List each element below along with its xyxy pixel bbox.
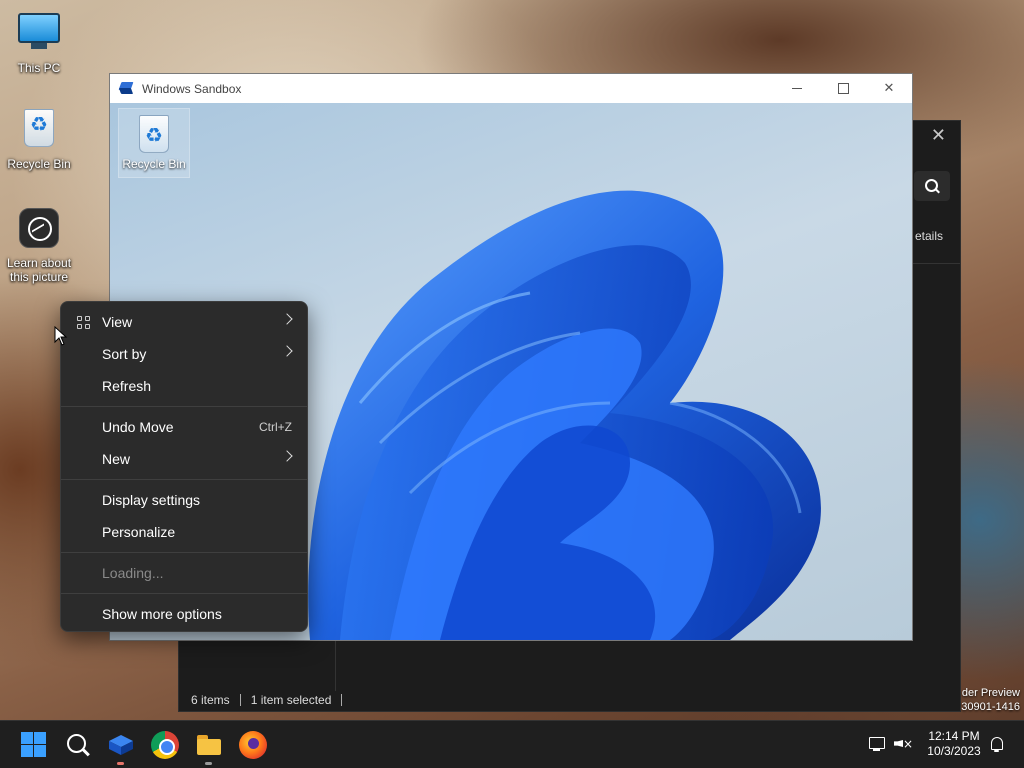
desktop-icon-recycle-bin[interactable]: Recycle Bin — [1, 106, 77, 171]
selection-count: 1 item selected — [250, 693, 332, 707]
menu-item-view[interactable]: View — [61, 306, 307, 338]
status-bar: 6 items 1 item selected — [191, 693, 343, 707]
menu-item-display-settings[interactable]: Display settings — [61, 484, 307, 516]
firefox-icon[interactable] — [239, 731, 267, 759]
window-title: Windows Sandbox — [142, 81, 242, 96]
menu-separator — [61, 552, 307, 553]
windows-sandbox-icon[interactable] — [107, 731, 135, 759]
menu-separator — [61, 593, 307, 594]
chevron-right-icon — [281, 345, 293, 357]
clock-date: 10/3/2023 — [927, 744, 981, 758]
divider — [239, 694, 241, 706]
menu-item-label: Show more options — [102, 606, 222, 622]
build-watermark: der Preview 30901-1416 — [961, 686, 1020, 714]
menu-item-loading: Loading... — [61, 557, 307, 589]
menu-item-undo-move[interactable]: Undo Move Ctrl+Z — [61, 411, 307, 443]
notification-bell-icon[interactable] — [988, 735, 1006, 753]
recycle-bin-icon — [17, 109, 61, 153]
menu-separator — [61, 406, 307, 407]
watermark-line: der Preview — [961, 687, 1020, 699]
taskbar: 12:14 PM 10/3/2023 — [0, 720, 1024, 768]
chrome-icon[interactable] — [151, 731, 179, 759]
start-icon[interactable] — [20, 731, 48, 759]
chevron-right-icon — [281, 450, 293, 462]
menu-item-label: Undo Move — [102, 419, 174, 435]
menu-item-label: New — [102, 451, 131, 467]
menu-item-label: Sort by — [102, 346, 147, 362]
menu-item-sort-by[interactable]: Sort by — [61, 338, 307, 370]
running-indicator — [117, 762, 124, 765]
maximize-button[interactable] — [820, 74, 866, 103]
divider — [335, 641, 336, 691]
desktop-icon-label: This PC — [17, 61, 61, 75]
clock-time: 12:14 PM — [928, 729, 980, 743]
close-button[interactable]: ✕ — [866, 74, 912, 103]
menu-item-show-more-options[interactable]: Show more options — [61, 598, 307, 630]
clock[interactable]: 12:14 PM 10/3/2023 — [920, 729, 988, 759]
menu-item-new[interactable]: New — [61, 443, 307, 475]
menu-item-refresh[interactable]: Refresh — [61, 370, 307, 402]
desktop-icon-label: Recycle Bin — [7, 157, 71, 171]
close-icon[interactable]: ✕ — [931, 125, 946, 146]
desktop-icon-label: Learn about this picture — [6, 256, 72, 284]
file-explorer-icon[interactable] — [195, 731, 223, 759]
menu-item-label: View — [102, 314, 133, 330]
recycle-bin-icon — [139, 115, 169, 153]
desktop-icon-learn-about-picture[interactable]: Learn about this picture — [1, 206, 77, 284]
item-count: 6 items — [191, 693, 230, 707]
context-menu: View Sort by Refresh Undo Move Ctrl+Z Ne… — [60, 301, 308, 632]
windows-sandbox-icon — [119, 82, 135, 96]
volume-muted-icon[interactable] — [893, 735, 913, 753]
learn-about-picture-icon — [17, 208, 61, 252]
menu-item-label: Display settings — [102, 492, 201, 508]
this-pc-icon — [17, 13, 61, 57]
divider — [341, 694, 343, 706]
network-icon[interactable] — [868, 735, 886, 753]
search-icon[interactable] — [64, 731, 92, 759]
title-bar[interactable]: Windows Sandbox ✕ — [110, 74, 912, 103]
menu-item-label: Refresh — [102, 378, 152, 394]
menu-item-label: Personalize — [102, 524, 176, 540]
watermark-line: 30901-1416 — [961, 701, 1020, 713]
minimize-button[interactable] — [774, 74, 820, 103]
running-indicator — [205, 762, 212, 765]
view-grid-icon — [77, 316, 91, 330]
desktop-icon-label: Recycle Bin — [122, 157, 186, 171]
menu-item-label: Loading... — [102, 565, 164, 581]
search-icon[interactable] — [914, 171, 950, 201]
menu-item-shortcut: Ctrl+Z — [259, 420, 292, 434]
desktop-icon-this-pc[interactable]: This PC — [1, 10, 77, 75]
chevron-right-icon — [281, 313, 293, 325]
details-button[interactable]: etails — [915, 229, 943, 243]
menu-separator — [61, 479, 307, 480]
sandbox-recycle-bin[interactable]: Recycle Bin — [118, 108, 190, 178]
menu-item-personalize[interactable]: Personalize — [61, 516, 307, 548]
